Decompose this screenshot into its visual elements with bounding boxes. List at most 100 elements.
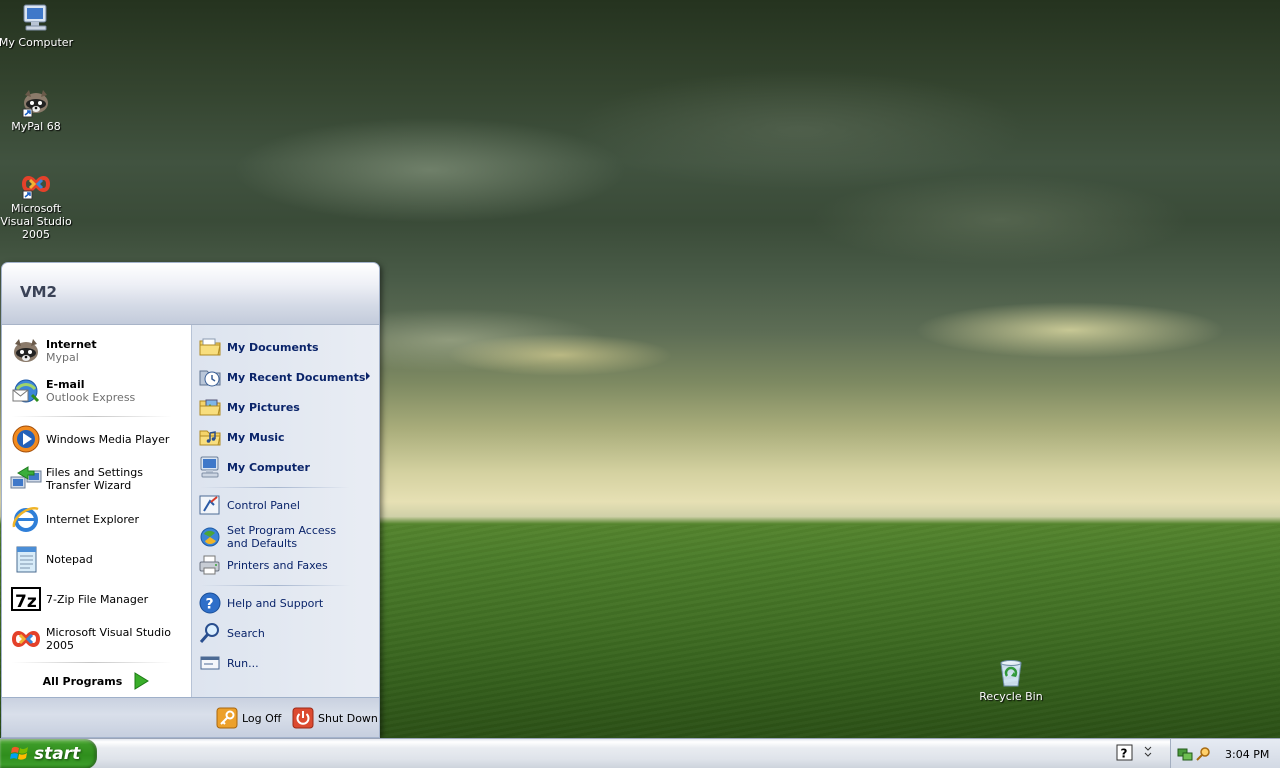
svg-text:?: ? bbox=[206, 597, 214, 613]
separator bbox=[12, 416, 172, 417]
start-menu-header: VM2 bbox=[2, 263, 379, 325]
desktop-icon-label: Microsoft Visual Studio 2005 bbox=[0, 202, 72, 241]
submenu-arrow-icon bbox=[366, 372, 370, 380]
control-panel-icon bbox=[199, 495, 220, 515]
program-notepad[interactable]: Notepad bbox=[10, 541, 188, 577]
pinned-item-internet[interactable]: Internet Mypal bbox=[10, 333, 188, 369]
taskbar: start ? 3:04 PM bbox=[0, 738, 1280, 768]
desktop-icon-label: MyPal 68 bbox=[11, 120, 61, 133]
log-off-button[interactable]: Log Off bbox=[216, 705, 281, 731]
help-icon: ? bbox=[199, 592, 221, 614]
program-transfer-wizard[interactable]: Files and Settings Transfer Wizard bbox=[10, 461, 188, 497]
program-visual-studio[interactable]: Microsoft Visual Studio 2005 bbox=[10, 621, 188, 657]
svg-text:7z: 7z bbox=[15, 592, 37, 612]
help-tray-icon[interactable]: ? bbox=[1116, 744, 1134, 762]
svg-text:?: ? bbox=[1121, 747, 1128, 761]
key-icon bbox=[216, 707, 238, 729]
all-programs-label: All Programs bbox=[42, 674, 123, 688]
printer-icon bbox=[199, 555, 220, 575]
7zip-icon: 7z bbox=[11, 587, 41, 612]
search-icon bbox=[199, 623, 219, 643]
separator bbox=[200, 585, 350, 586]
separator bbox=[200, 487, 350, 488]
network-icon[interactable] bbox=[1177, 746, 1193, 762]
program-label: Microsoft Visual Studio 2005 bbox=[46, 626, 171, 652]
program-label: Internet Explorer bbox=[46, 512, 139, 526]
tool-label: Search bbox=[227, 626, 265, 640]
program-windows-media-player[interactable]: Windows Media Player bbox=[10, 421, 188, 457]
setting-label: Printers and Faxes bbox=[227, 558, 328, 572]
internet-explorer-icon bbox=[12, 506, 39, 532]
separator bbox=[12, 662, 172, 663]
place-my-documents[interactable]: My Documents bbox=[198, 334, 378, 360]
place-label: My Documents bbox=[227, 340, 319, 354]
visual-studio-icon bbox=[21, 176, 51, 200]
transfer-wizard-icon bbox=[10, 466, 42, 489]
raccoon-icon bbox=[22, 90, 48, 118]
pinned-item-subtitle: Mypal bbox=[46, 351, 79, 364]
tool-label: Help and Support bbox=[227, 596, 324, 610]
place-my-recent-documents[interactable]: My Recent Documents bbox=[198, 364, 378, 390]
notepad-icon bbox=[16, 546, 37, 573]
visual-studio-icon bbox=[11, 631, 41, 647]
desktop-icon-visual-studio[interactable]: Microsoft Visual Studio 2005 bbox=[0, 168, 74, 241]
start-button[interactable]: start bbox=[0, 739, 97, 768]
all-programs-button[interactable]: All Programs bbox=[2, 667, 191, 695]
desktop-icon-mypal[interactable]: MyPal 68 bbox=[0, 86, 74, 133]
tool-help-support[interactable]: ? Help and Support bbox=[198, 590, 378, 616]
desktop-icon-my-computer[interactable]: My Computer bbox=[0, 2, 74, 49]
pinned-item-email[interactable]: E-mail Outlook Express bbox=[10, 373, 188, 409]
recycle-bin-icon bbox=[1000, 660, 1022, 687]
computer-icon bbox=[23, 4, 47, 31]
computer-icon bbox=[200, 456, 219, 478]
place-label: My Pictures bbox=[227, 400, 300, 414]
setting-program-access-defaults[interactable]: Set Program Access and Defaults bbox=[198, 522, 378, 552]
raccoon-icon bbox=[14, 339, 38, 362]
program-defaults-icon bbox=[200, 527, 220, 547]
pinned-item-title: E-mail bbox=[46, 378, 85, 391]
start-label: start bbox=[34, 744, 81, 764]
music-folder-icon bbox=[199, 430, 221, 446]
setting-printers-faxes[interactable]: Printers and Faxes bbox=[198, 552, 378, 578]
pinned-item-title: Internet bbox=[46, 338, 97, 351]
shut-down-button[interactable]: Shut Down bbox=[292, 705, 378, 731]
recent-documents-icon bbox=[199, 370, 221, 387]
program-label: Files and Settings Transfer Wizard bbox=[46, 466, 143, 492]
search-icon[interactable] bbox=[1195, 746, 1211, 762]
desktop-icon-label: My Computer bbox=[0, 36, 74, 49]
folder-icon bbox=[199, 338, 221, 356]
system-tray: 3:04 PM bbox=[1170, 739, 1280, 768]
program-7zip[interactable]: 7z 7-Zip File Manager bbox=[10, 581, 188, 617]
program-label: 7-Zip File Manager bbox=[46, 592, 149, 606]
place-my-computer[interactable]: My Computer bbox=[198, 454, 378, 480]
program-internet-explorer[interactable]: Internet Explorer bbox=[10, 501, 188, 537]
place-label: My Recent Documents bbox=[227, 370, 366, 384]
media-player-icon bbox=[12, 425, 40, 453]
chevron-down-icon[interactable] bbox=[1142, 743, 1154, 763]
run-icon bbox=[200, 656, 220, 670]
desktop-icon-label: Recycle Bin bbox=[979, 690, 1043, 703]
program-label: Windows Media Player bbox=[46, 432, 170, 446]
setting-label: Set Program Access and Defaults bbox=[227, 524, 337, 550]
clock[interactable]: 3:04 PM bbox=[1225, 748, 1269, 761]
start-menu: VM2 Internet Mypal E-mail Outlook Expres… bbox=[1, 262, 380, 738]
log-off-label: Log Off bbox=[242, 711, 282, 725]
desktop-icon-recycle-bin[interactable]: Recycle Bin bbox=[973, 656, 1049, 703]
setting-control-panel[interactable]: Control Panel bbox=[198, 492, 378, 518]
tool-run[interactable]: Run... bbox=[198, 650, 378, 676]
email-icon bbox=[12, 379, 40, 403]
place-label: My Computer bbox=[227, 460, 310, 474]
pinned-item-subtitle: Outlook Express bbox=[46, 391, 136, 404]
setting-label: Control Panel bbox=[227, 498, 300, 512]
shut-down-label: Shut Down bbox=[318, 711, 378, 725]
program-label: Notepad bbox=[46, 552, 93, 566]
tool-label: Run... bbox=[227, 656, 259, 670]
green-arrow-icon bbox=[134, 672, 150, 690]
user-name: VM2 bbox=[20, 283, 57, 301]
tool-search[interactable]: Search bbox=[198, 620, 378, 646]
place-my-pictures[interactable]: My Pictures bbox=[198, 394, 378, 420]
windows-logo-icon bbox=[10, 746, 28, 760]
place-label: My Music bbox=[227, 430, 285, 444]
place-my-music[interactable]: My Music bbox=[198, 424, 378, 450]
pictures-folder-icon bbox=[199, 399, 221, 416]
